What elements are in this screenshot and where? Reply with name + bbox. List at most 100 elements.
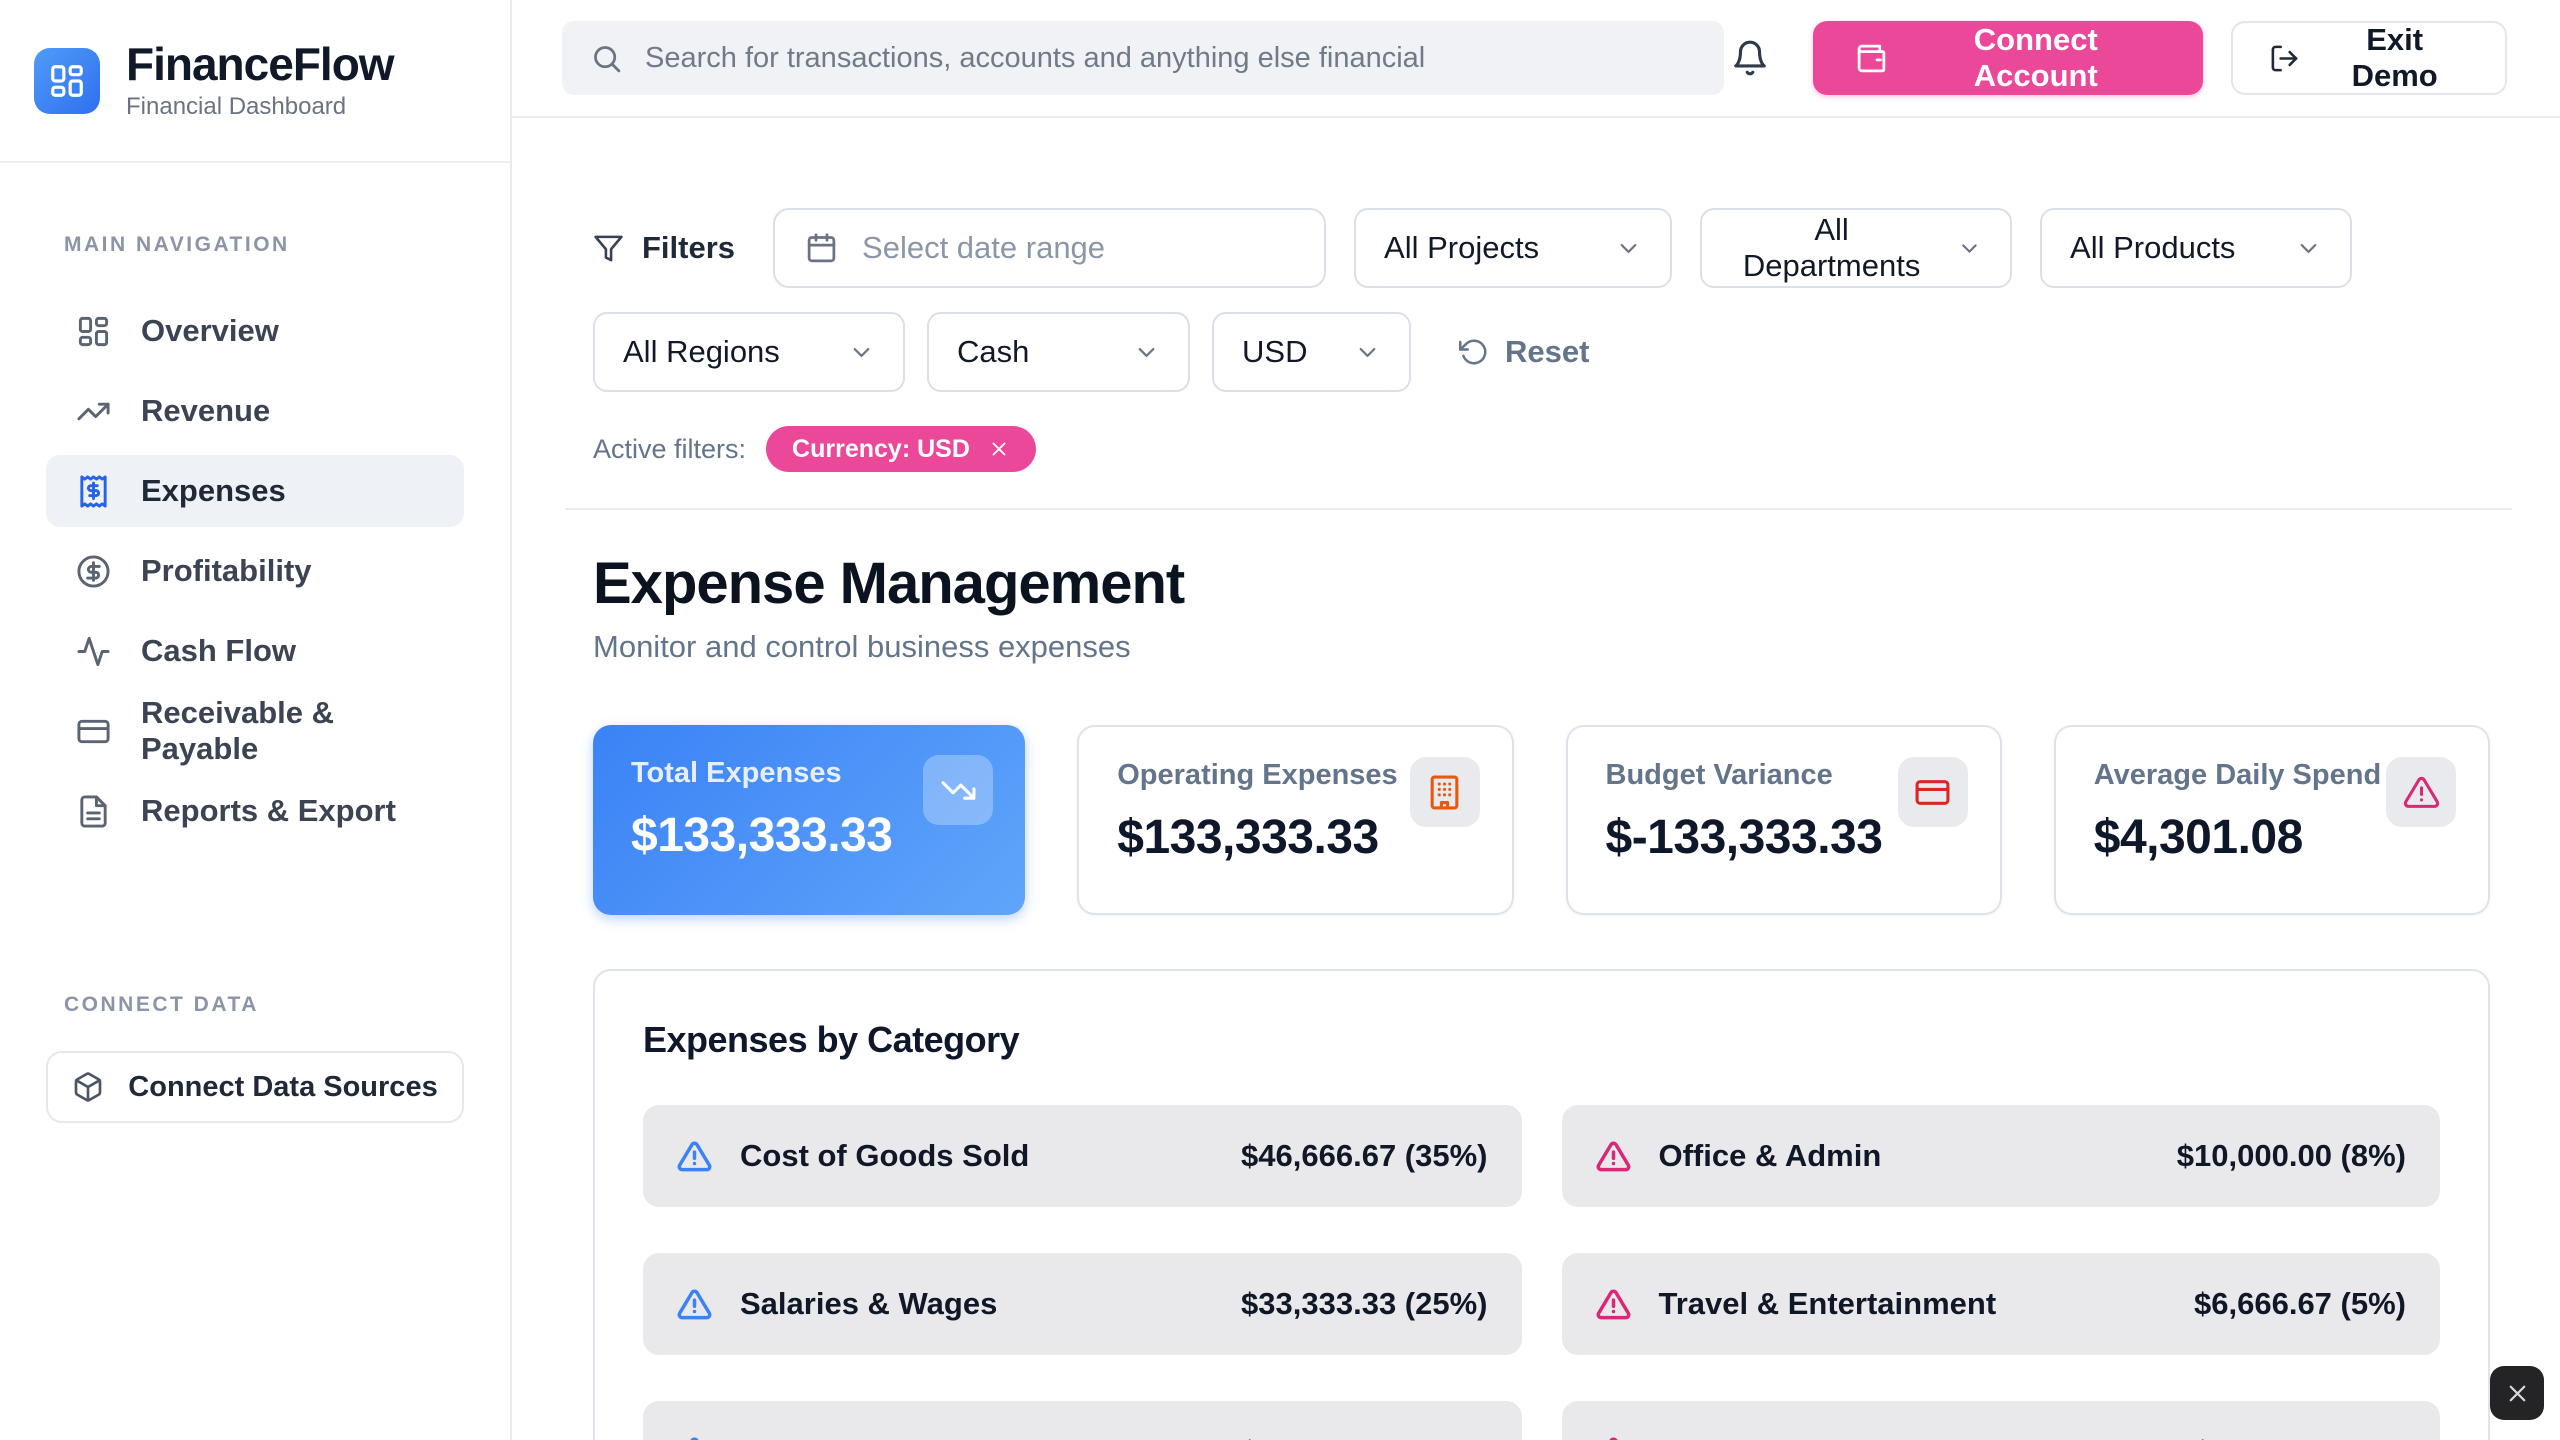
filters-row-1: Filters Select date range All Projects Al…	[593, 208, 2490, 288]
dropdown-value: All Projects	[1384, 230, 1539, 266]
sidebar-item-cash-flow[interactable]: Cash Flow	[46, 615, 464, 687]
category-item-marketing: Marketing$20,000.00 (15%)	[643, 1401, 1522, 1440]
chevron-down-icon	[848, 339, 875, 366]
connect-section-label: CONNECT DATA	[64, 993, 510, 1017]
sidebar-item-reports-export[interactable]: Reports & Export	[46, 775, 464, 847]
stat-icon-chip	[2386, 757, 2456, 827]
app-logo	[34, 48, 100, 114]
chip-remove-button[interactable]	[988, 438, 1010, 460]
alert-triangle-icon	[677, 1435, 712, 1440]
category-name: Marketing	[740, 1434, 886, 1440]
sidebar-nav: Overview Revenue Expenses Profitability Cash…	[0, 295, 510, 855]
dropdown-value: All Products	[2070, 230, 2235, 266]
exit-demo-button[interactable]: Exit Demo	[2231, 21, 2507, 95]
wallet-icon	[1855, 42, 1888, 75]
rotate-ccw-icon-slot	[1459, 337, 1489, 367]
sidebar-item-label: Overview	[141, 313, 279, 349]
filter-dropdown-cash[interactable]: Cash	[927, 312, 1190, 392]
alert-triangle-icon	[1596, 1287, 1631, 1322]
sidebar-item-label: Revenue	[141, 393, 270, 429]
connect-account-button[interactable]: Connect Account	[1813, 21, 2203, 95]
log-out-icon-slot	[2269, 43, 2300, 74]
stat-card-budget-variance: Budget Variance$-133,333.33	[1566, 725, 2002, 915]
trending-up-icon	[76, 394, 111, 429]
package-icon	[72, 1071, 104, 1103]
filter-dropdown-usd[interactable]: USD	[1212, 312, 1411, 392]
search-icon	[590, 42, 623, 75]
package-icon-slot	[72, 1071, 104, 1103]
category-value: $3,333.33 (3%)	[2194, 1434, 2406, 1440]
category-name: Cost of Goods Sold	[740, 1138, 1029, 1174]
chevron-down-icon	[2295, 235, 2322, 262]
x-icon	[988, 438, 1010, 460]
sidebar-item-overview[interactable]: Overview	[46, 295, 464, 367]
sidebar-item-label: Receivable & Payable	[141, 695, 434, 767]
category-item-cost-of-goods-sold: Cost of Goods Sold$46,666.67 (35%)	[643, 1105, 1522, 1207]
filter-dropdown-all-products[interactable]: All Products	[2040, 208, 2352, 288]
category-name: Travel & Entertainment	[1659, 1286, 1997, 1322]
overlay-close-button[interactable]	[2490, 1366, 2544, 1420]
layout-dashboard-icon	[76, 314, 111, 349]
filters-row-2: All Regions Cash USD Reset	[593, 312, 2490, 392]
filters-header: Filters	[593, 230, 735, 266]
categories-title: Expenses by Category	[643, 1019, 2440, 1061]
credit-card-icon	[76, 714, 111, 749]
filter-dropdown-all-projects[interactable]: All Projects	[1354, 208, 1672, 288]
sidebar-item-revenue[interactable]: Revenue	[46, 375, 464, 447]
category-item-travel-entertainment: Travel & Entertainment $6,666.67 (5%)	[1562, 1253, 2441, 1355]
stat-icon-chip	[1898, 757, 1968, 827]
notifications-button[interactable]	[1724, 32, 1775, 84]
app-window: FinanceFlow Financial Dashboard MAIN NAV…	[0, 0, 2560, 1440]
search-bar[interactable]	[562, 21, 1724, 95]
credit-card-icon	[1914, 774, 1951, 811]
alert-triangle-icon	[2403, 774, 2440, 811]
stat-card-average-daily-spend: Average Daily Spend$4,301.08	[2054, 725, 2490, 915]
category-value: $33,333.33 (25%)	[1241, 1286, 1487, 1322]
funnel-icon	[593, 233, 624, 264]
exit-demo-label: Exit Demo	[2320, 22, 2469, 94]
category-item-professional-services: Professional Services $3,333.33 (3%)	[1562, 1401, 2441, 1440]
trending-down-icon	[940, 772, 977, 809]
sidebar-item-profitability[interactable]: Profitability	[46, 535, 464, 607]
dropdown-value: Cash	[957, 334, 1029, 370]
connect-account-label: Connect Account	[1910, 22, 2161, 94]
category-name: Office & Admin	[1659, 1138, 1882, 1174]
bell-icon	[1731, 39, 1769, 77]
category-name: Professional Services	[1659, 1434, 1981, 1440]
building-icon	[1426, 774, 1463, 811]
sidebar-item-label: Cash Flow	[141, 633, 296, 669]
filter-dropdown-all-departments[interactable]: All Departments	[1700, 208, 2012, 288]
circle-dollar-icon	[76, 554, 111, 589]
active-filter-chip-currency-usd[interactable]: Currency: USD	[766, 426, 1036, 472]
category-value: $6,666.67 (5%)	[2194, 1286, 2406, 1322]
search-input[interactable]	[645, 42, 1696, 75]
alert-triangle-icon	[1596, 1435, 1631, 1440]
sidebar-item-receivable-payable[interactable]: Receivable & Payable	[46, 695, 464, 767]
category-item-office-admin: Office & Admin$10,000.00 (8%)	[1562, 1105, 2441, 1207]
expenses-by-category-card: Expenses by Category Cost of Goods Sold$…	[593, 969, 2490, 1440]
app-title: FinanceFlow	[126, 40, 394, 88]
layout-dashboard-icon	[48, 62, 86, 100]
funnel-icon-slot	[593, 233, 624, 264]
filter-dropdown-all-regions[interactable]: All Regions	[593, 312, 905, 392]
sidebar-item-expenses[interactable]: Expenses	[46, 455, 464, 527]
reset-filters-button[interactable]: Reset	[1459, 334, 1589, 370]
stat-card-total-expenses: Total Expenses$133,333.33	[593, 725, 1025, 915]
calendar-icon	[805, 232, 838, 265]
log-out-icon	[2269, 43, 2300, 74]
connect-data-sources-label: Connect Data Sources	[128, 1071, 437, 1104]
alert-triangle-icon	[677, 1139, 712, 1174]
wallet-icon-slot	[1855, 42, 1888, 75]
date-range-input[interactable]: Select date range	[773, 208, 1326, 288]
x-icon	[2504, 1380, 2531, 1407]
page-subtitle: Monitor and control business expenses	[593, 629, 2490, 665]
chevron-down-icon	[1133, 339, 1160, 366]
active-filters-row: Active filters: Currency: USD	[593, 426, 2490, 472]
nav-section-label: MAIN NAVIGATION	[64, 233, 510, 257]
connect-data-sources-button[interactable]: Connect Data Sources	[46, 1051, 464, 1123]
active-filters-label: Active filters:	[593, 434, 746, 465]
dropdown-value: All Departments	[1730, 212, 1933, 284]
filters-title: Filters	[642, 230, 735, 266]
close-icon-slot	[2504, 1380, 2531, 1407]
rotate-ccw-icon	[1459, 337, 1489, 367]
